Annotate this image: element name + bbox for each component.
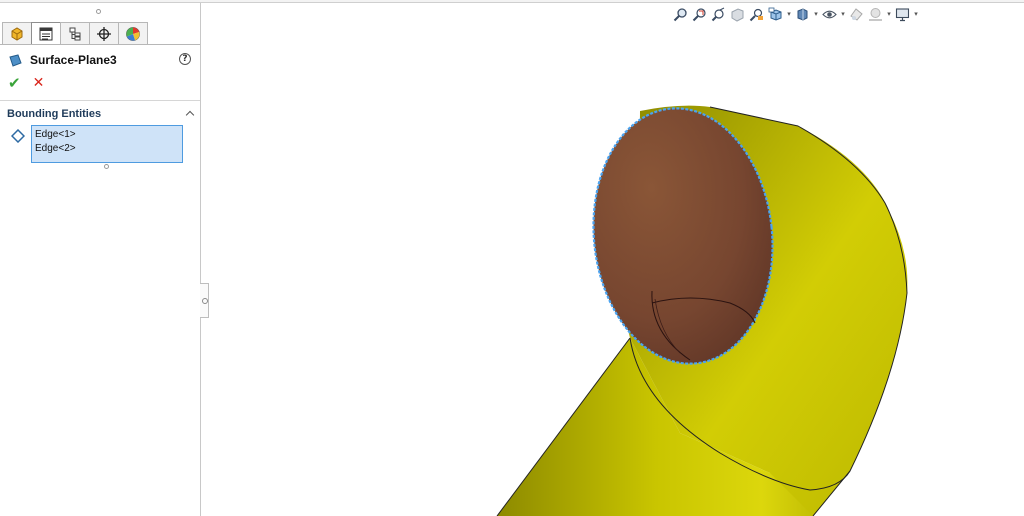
- dimxpertmanager-icon: [97, 26, 111, 41]
- graphics-area[interactable]: [210, 3, 1024, 516]
- ok-check-icon[interactable]: ✔: [8, 74, 21, 92]
- bounding-entities-header[interactable]: Bounding Entities: [7, 107, 195, 121]
- panel-collapse-handle[interactable]: [200, 283, 209, 318]
- surface-plane-icon: [9, 53, 22, 67]
- ok-cancel-group: ✔ ✕: [8, 74, 44, 92]
- propertymanager-icon: [39, 27, 53, 40]
- feature-header: Surface-Plane3 ?: [9, 51, 191, 69]
- help-icon[interactable]: ?: [179, 53, 191, 65]
- cancel-x-icon[interactable]: ✕: [33, 75, 45, 91]
- configurationmanager-icon: [69, 27, 81, 40]
- tab-displaymanager[interactable]: [118, 22, 148, 44]
- property-manager-panel: Surface-Plane3 ? ✔ ✕ Bounding Entities E…: [0, 3, 201, 516]
- collapse-chevron-icon[interactable]: [185, 109, 195, 119]
- manager-tabs: [2, 22, 148, 44]
- feature-title: Surface-Plane3: [30, 53, 117, 67]
- tab-dimxpertmanager[interactable]: [89, 22, 119, 44]
- header-separator: [0, 100, 200, 101]
- selection-list-item[interactable]: Edge<2>: [35, 142, 179, 156]
- featuremanager-icon: [11, 26, 23, 41]
- bounding-entities-selection-box[interactable]: Edge<1> Edge<2>: [31, 125, 183, 163]
- tab-configurationmanager[interactable]: [60, 22, 90, 44]
- tab-featuremanager[interactable]: [2, 22, 32, 44]
- selection-list-item[interactable]: Edge<1>: [35, 128, 179, 142]
- displaymanager-icon: [126, 26, 140, 41]
- bounding-entities-title: Bounding Entities: [7, 108, 102, 120]
- model-render: [496, 105, 908, 516]
- tab-propertymanager[interactable]: [31, 22, 61, 44]
- tabs-divider: [0, 44, 200, 45]
- edge-selection-icon: [11, 129, 25, 143]
- selection-box-resize-handle[interactable]: [104, 164, 109, 169]
- panel-grip[interactable]: [96, 9, 101, 14]
